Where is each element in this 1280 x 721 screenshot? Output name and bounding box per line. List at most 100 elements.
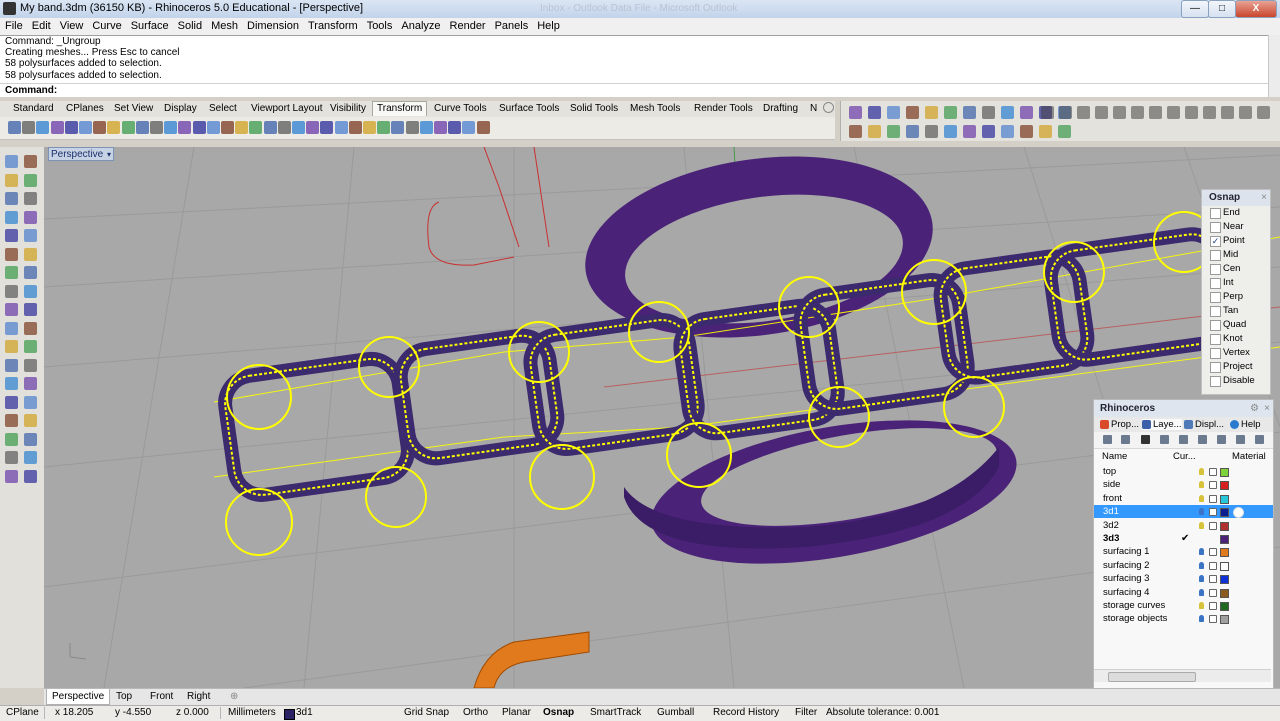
osnap-toggle[interactable]: Osnap	[543, 707, 574, 718]
osnap-cen-option[interactable]: Cen	[1202, 262, 1270, 276]
main-tool-icon[interactable]	[24, 469, 37, 483]
filter-toggle[interactable]: Filter	[795, 707, 817, 718]
tab-surface-tools[interactable]: Surface Tools	[499, 103, 559, 114]
main-tool-icon[interactable]	[24, 358, 37, 372]
main-tool-icon[interactable]	[24, 321, 37, 335]
main-tool-icon[interactable]	[5, 266, 18, 279]
maximize-button[interactable]: □	[1208, 0, 1236, 18]
toolbar-tool-icon[interactable]	[868, 106, 881, 119]
column-material[interactable]: Material	[1232, 451, 1266, 462]
toolbar-options-gear-icon[interactable]	[823, 102, 834, 113]
toolbar-tool-icon[interactable]	[1039, 125, 1052, 138]
toolbar-tool-icon[interactable]	[868, 125, 881, 138]
toolbar-tool-icon[interactable]	[906, 106, 919, 119]
layer-row[interactable]: 3d3 ✔	[1094, 532, 1273, 545]
curve-tool-icon[interactable]	[1185, 106, 1198, 119]
new-layer-icon[interactable]	[1103, 435, 1112, 444]
menu-help[interactable]: Help	[532, 18, 564, 32]
menu-surface[interactable]: Surface	[126, 18, 173, 32]
lock-icon[interactable]	[1209, 588, 1217, 597]
transform-tool-icon[interactable]	[22, 121, 36, 134]
lock-icon[interactable]	[1209, 494, 1217, 503]
column-current[interactable]: Cur...	[1173, 451, 1196, 462]
status-units[interactable]: Millimeters	[228, 707, 276, 718]
curve-tool-icon[interactable]	[1239, 106, 1252, 119]
osnap-end-option[interactable]: End	[1202, 206, 1270, 220]
curve-tool-icon[interactable]	[1095, 106, 1108, 119]
curve-tool-icon[interactable]	[1149, 106, 1162, 119]
lock-icon[interactable]	[1209, 575, 1217, 584]
menu-dimension[interactable]: Dimension	[242, 18, 303, 32]
tab-visibility[interactable]: Visibility	[330, 103, 366, 114]
lock-icon[interactable]	[1209, 521, 1217, 530]
transform-tool-icon[interactable]	[348, 121, 362, 134]
visibility-bulb-icon[interactable]	[1199, 468, 1204, 475]
toolbar-tool-icon[interactable]	[1020, 106, 1033, 119]
menu-render[interactable]: Render	[445, 18, 490, 32]
osnap-checkbox[interactable]	[1210, 264, 1221, 275]
main-tool-icon[interactable]	[24, 229, 37, 242]
lock-icon[interactable]	[1209, 468, 1217, 476]
osnap-project-option[interactable]: Project	[1202, 360, 1270, 374]
transform-tool-icon[interactable]	[121, 121, 135, 134]
minimize-button[interactable]: —	[1181, 0, 1209, 18]
tab-select[interactable]: Select	[209, 103, 237, 114]
main-tool-icon[interactable]	[24, 284, 37, 298]
toolbar-tool-icon[interactable]	[963, 125, 976, 138]
transform-tool-icon[interactable]	[93, 121, 107, 134]
tab-viewport-layout[interactable]: Viewport Layout	[251, 103, 323, 114]
toolbar-tool-icon[interactable]	[982, 125, 995, 138]
toolbar-tool-icon[interactable]	[925, 106, 938, 119]
visibility-bulb-icon[interactable]	[1199, 521, 1204, 529]
toolbar-tool-icon[interactable]	[944, 125, 957, 138]
toolbar-tool-icon[interactable]	[887, 106, 900, 119]
menu-analyze[interactable]: Analyze	[396, 18, 444, 32]
column-name[interactable]: Name	[1102, 451, 1127, 462]
layer-color-swatch[interactable]	[1220, 535, 1229, 544]
curve-tool-icon[interactable]	[1077, 106, 1090, 119]
transform-tool-icon[interactable]	[135, 121, 149, 134]
curve-tool-icon[interactable]	[1113, 106, 1126, 119]
layer-row[interactable]: top	[1094, 465, 1273, 478]
toolbar-tool-icon[interactable]	[982, 106, 995, 119]
osnap-perp-option[interactable]: Perp	[1202, 290, 1270, 304]
main-tool-icon[interactable]	[5, 377, 18, 390]
visibility-bulb-icon[interactable]	[1199, 561, 1204, 569]
osnap-mid-option[interactable]: Mid	[1202, 248, 1270, 262]
toolbar-tool-icon[interactable]	[1020, 125, 1033, 138]
tab-solid-tools[interactable]: Solid Tools	[570, 103, 618, 114]
osnap-int-option[interactable]: Int	[1202, 276, 1270, 290]
status-cplane[interactable]: CPlane	[6, 707, 39, 718]
record-history-toggle[interactable]: Record History	[713, 707, 779, 718]
transform-tool-icon[interactable]	[292, 121, 305, 134]
main-tool-icon[interactable]	[24, 340, 37, 353]
transform-tool-icon[interactable]	[306, 121, 320, 134]
tab-drafting[interactable]: Drafting	[763, 103, 798, 114]
curve-tool-icon[interactable]	[1221, 106, 1234, 119]
layer-row[interactable]: 3d1	[1094, 505, 1273, 519]
layer-color-swatch[interactable]	[1220, 508, 1229, 518]
transform-tool-icon[interactable]	[363, 121, 376, 134]
scrollbar-thumb[interactable]	[1108, 672, 1196, 682]
transform-tool-icon[interactable]	[263, 121, 277, 134]
toolbar-tool-icon[interactable]	[906, 125, 919, 138]
gumball-toggle[interactable]: Gumball	[657, 707, 694, 718]
toolbar-tool-icon[interactable]	[963, 106, 976, 119]
osnap-checkbox[interactable]	[1210, 250, 1221, 261]
layer-row[interactable]: front	[1094, 492, 1273, 505]
grid-snap-toggle[interactable]: Grid Snap	[404, 707, 449, 718]
transform-tool-icon[interactable]	[249, 121, 263, 134]
layer-color-swatch[interactable]	[1220, 575, 1229, 585]
main-tool-icon[interactable]	[5, 173, 18, 187]
layer-row[interactable]: surfacing 3	[1094, 572, 1273, 585]
main-tool-icon[interactable]	[24, 451, 37, 464]
visibility-bulb-icon[interactable]	[1199, 575, 1204, 583]
transform-tool-icon[interactable]	[391, 121, 405, 134]
command-prompt[interactable]: Command:	[0, 83, 1268, 97]
menu-solid[interactable]: Solid	[173, 18, 206, 32]
main-tool-icon[interactable]	[5, 451, 18, 464]
menu-curve[interactable]: Curve	[87, 18, 125, 32]
visibility-bulb-icon[interactable]	[1199, 548, 1204, 556]
osnap-disable-option[interactable]: Disable	[1202, 374, 1270, 388]
lock-icon[interactable]	[1209, 561, 1217, 570]
